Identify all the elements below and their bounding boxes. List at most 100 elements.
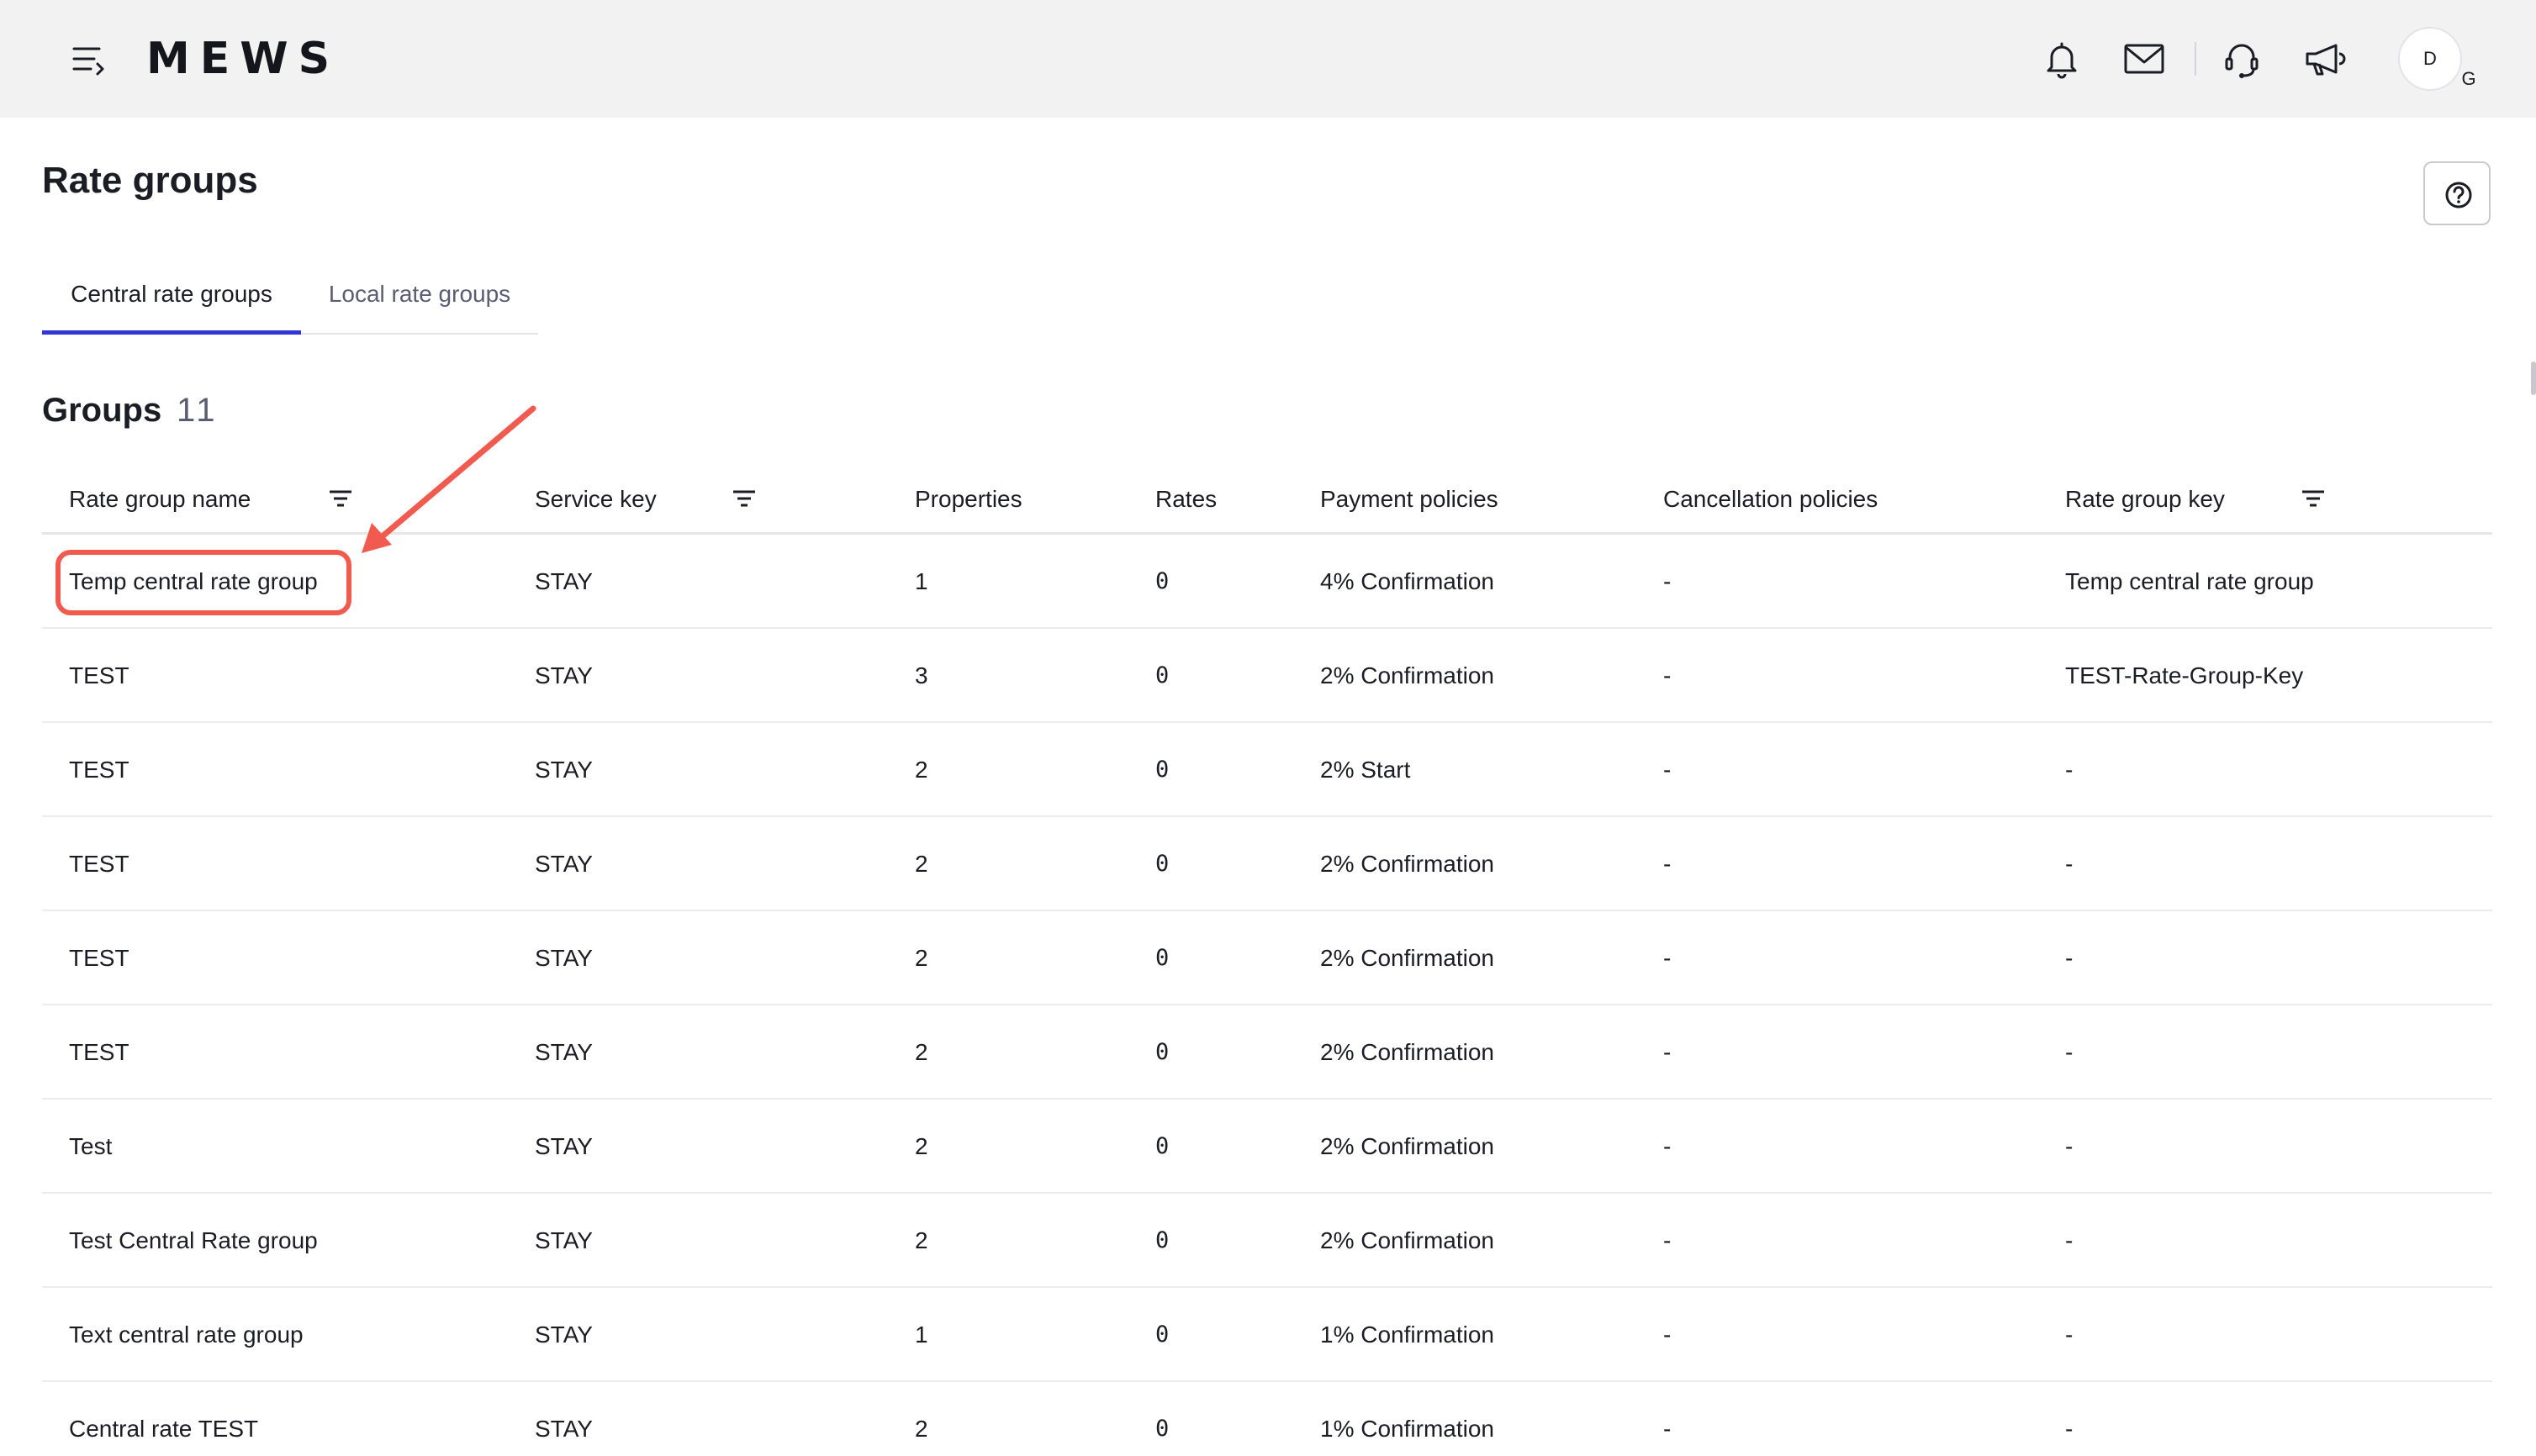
table-row[interactable]: TEST STAY 2 0 2% Confirmation - - bbox=[42, 911, 2492, 1005]
cell-payment-policies: 2% Confirmation bbox=[1320, 851, 1494, 877]
column-header-cancellation-policies[interactable]: Cancellation policies bbox=[1663, 483, 1878, 516]
cell-service-key: STAY bbox=[535, 757, 593, 783]
cell-cancellation-policies: - bbox=[1663, 1227, 1672, 1253]
help-icon bbox=[2445, 182, 2472, 208]
cell-cancellation-policies: - bbox=[1663, 662, 1672, 688]
cell-rates: 0 bbox=[1155, 568, 1170, 594]
rate-groups-table: Rate group name Service key Properties R… bbox=[42, 467, 2492, 1456]
megaphone-icon[interactable] bbox=[2301, 35, 2348, 82]
cell-properties: 1 bbox=[915, 1321, 928, 1348]
cell-cancellation-policies: - bbox=[1663, 945, 1672, 971]
cell-cancellation-policies: - bbox=[1663, 1321, 1672, 1348]
menu-icon[interactable] bbox=[69, 42, 109, 79]
table-row[interactable]: TEST STAY 3 0 2% Confirmation - TEST-Rate-Grou… bbox=[42, 629, 2492, 723]
cell-service-key: STAY bbox=[535, 945, 593, 971]
cell-payment-policies: 1% Confirmation bbox=[1320, 1416, 1494, 1442]
cell-payment-policies: 2% Confirmation bbox=[1320, 945, 1494, 971]
cell-properties: 2 bbox=[915, 1416, 928, 1442]
cell-cancellation-policies: - bbox=[1663, 1039, 1672, 1065]
cell-rate-group-key: - bbox=[2065, 851, 2074, 877]
filter-icon[interactable] bbox=[2301, 488, 2326, 511]
brand-logo[interactable]: MEWS bbox=[146, 34, 340, 84]
cell-rate-group-key: - bbox=[2065, 1416, 2074, 1442]
cell-rates: 0 bbox=[1155, 1227, 1170, 1253]
app-window: MEWS D G Rate groups Central rate groups… bbox=[0, 0, 2536, 1456]
headset-icon[interactable] bbox=[2218, 35, 2265, 82]
table-row[interactable]: Central rate TEST STAY 2 0 1% Confirmation - - bbox=[42, 1382, 2492, 1456]
cell-rate-group-name[interactable]: TEST bbox=[69, 847, 129, 881]
scrollbar[interactable] bbox=[2531, 361, 2536, 395]
cell-rates: 0 bbox=[1155, 1416, 1170, 1442]
table-row[interactable]: Text central rate group STAY 1 0 1% Confirma… bbox=[42, 1288, 2492, 1382]
cell-properties: 3 bbox=[915, 662, 928, 688]
help-button[interactable] bbox=[2423, 161, 2491, 225]
cell-properties: 2 bbox=[915, 945, 928, 971]
cell-rate-group-name[interactable]: TEST bbox=[69, 753, 129, 787]
column-header-rate-group-key[interactable]: Rate group key bbox=[2065, 483, 2225, 516]
cell-properties: 2 bbox=[915, 1133, 928, 1159]
annotation-highlight-box bbox=[55, 550, 351, 615]
table-row[interactable]: TEST STAY 2 0 2% Confirmation - - bbox=[42, 1005, 2492, 1100]
cell-rate-group-key: - bbox=[2065, 1227, 2074, 1253]
avatar-badge: G bbox=[2461, 68, 2476, 89]
cell-service-key: STAY bbox=[535, 1133, 593, 1159]
cell-rate-group-name[interactable]: TEST bbox=[69, 659, 129, 693]
table-body: Temp central rate group STAY 1 0 4% Confirma… bbox=[42, 535, 2492, 1456]
bell-icon[interactable] bbox=[2038, 35, 2085, 82]
cell-service-key: STAY bbox=[535, 568, 593, 594]
cell-cancellation-policies: - bbox=[1663, 1133, 1672, 1159]
tab-central-rate-groups[interactable]: Central rate groups bbox=[42, 269, 301, 335]
cell-rate-group-name[interactable]: TEST bbox=[69, 1036, 129, 1069]
cell-rate-group-key: TEST-Rate-Group-Key bbox=[2065, 662, 2304, 688]
cell-rate-group-key: - bbox=[2065, 945, 2074, 971]
cell-rate-group-name[interactable]: Test Central Rate group bbox=[69, 1224, 318, 1258]
cell-rate-group-name[interactable]: TEST bbox=[69, 942, 129, 975]
cell-service-key: STAY bbox=[535, 1416, 593, 1442]
column-header-service-key[interactable]: Service key bbox=[535, 483, 657, 516]
page-title: Rate groups bbox=[42, 160, 258, 201]
cell-service-key: STAY bbox=[535, 662, 593, 688]
cell-properties: 2 bbox=[915, 1039, 928, 1065]
cell-rates: 0 bbox=[1155, 851, 1170, 877]
cell-payment-policies: 2% Confirmation bbox=[1320, 662, 1494, 688]
cell-rate-group-name[interactable]: Text central rate group bbox=[69, 1318, 304, 1352]
table-row[interactable]: TEST STAY 2 0 2% Confirmation - - bbox=[42, 817, 2492, 911]
cell-rates: 0 bbox=[1155, 662, 1170, 688]
table-row[interactable]: Test STAY 2 0 2% Confirmation - - bbox=[42, 1100, 2492, 1194]
cell-payment-policies: 2% Confirmation bbox=[1320, 1039, 1494, 1065]
cell-service-key: STAY bbox=[535, 1227, 593, 1253]
cell-rate-group-key: Temp central rate group bbox=[2065, 568, 2314, 594]
column-header-rate-group-name[interactable]: Rate group name bbox=[69, 483, 251, 516]
column-header-rates[interactable]: Rates bbox=[1155, 483, 1217, 516]
cell-cancellation-policies: - bbox=[1663, 851, 1672, 877]
column-header-properties[interactable]: Properties bbox=[915, 483, 1022, 516]
cell-rate-group-key: - bbox=[2065, 1133, 2074, 1159]
filter-icon[interactable] bbox=[732, 488, 757, 511]
cell-service-key: STAY bbox=[535, 1321, 593, 1348]
cell-rates: 0 bbox=[1155, 945, 1170, 971]
cell-rates: 0 bbox=[1155, 1039, 1170, 1065]
cell-properties: 2 bbox=[915, 1227, 928, 1253]
tab-local-rate-groups[interactable]: Local rate groups bbox=[301, 269, 538, 335]
top-divider bbox=[2195, 42, 2196, 76]
cell-rate-group-name[interactable]: Test bbox=[69, 1130, 112, 1163]
filter-icon[interactable] bbox=[328, 488, 353, 511]
cell-rate-group-key: - bbox=[2065, 1321, 2074, 1348]
table-row[interactable]: Test Central Rate group STAY 2 0 2% Confirma… bbox=[42, 1194, 2492, 1288]
mail-icon[interactable] bbox=[2121, 35, 2168, 82]
cell-payment-policies: 2% Confirmation bbox=[1320, 1227, 1494, 1253]
cell-rate-group-name[interactable]: Central rate TEST bbox=[69, 1412, 258, 1446]
cell-properties: 1 bbox=[915, 568, 928, 594]
cell-properties: 2 bbox=[915, 757, 928, 783]
cell-cancellation-policies: - bbox=[1663, 1416, 1672, 1442]
avatar[interactable]: D bbox=[2398, 27, 2462, 91]
table-row[interactable]: TEST STAY 2 0 2% Start - - bbox=[42, 723, 2492, 817]
column-header-payment-policies[interactable]: Payment policies bbox=[1320, 483, 1498, 516]
cell-service-key: STAY bbox=[535, 1039, 593, 1065]
annotation-arrow bbox=[362, 405, 536, 553]
top-bar: MEWS D G bbox=[0, 0, 2536, 118]
cell-rate-group-key: - bbox=[2065, 1039, 2074, 1065]
cell-rates: 0 bbox=[1155, 757, 1170, 783]
cell-payment-policies: 4% Confirmation bbox=[1320, 568, 1494, 594]
cell-rate-group-key: - bbox=[2065, 757, 2074, 783]
